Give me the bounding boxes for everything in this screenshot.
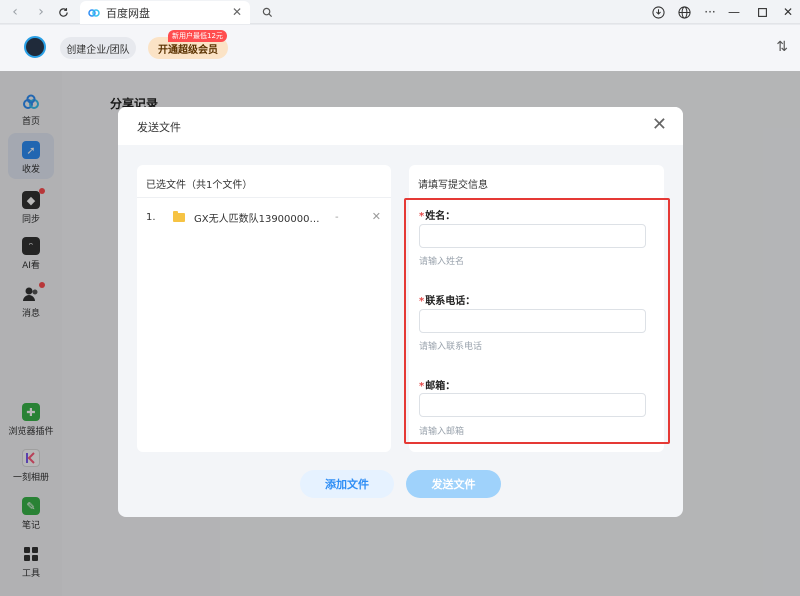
promo-badge: 新用户最低12元 — [168, 30, 227, 42]
selected-files-panel: 已选文件（共1个文件） 1. GX无人匹数队1390000000... - ✕ — [137, 165, 391, 452]
close-icon[interactable]: ✕ — [652, 116, 667, 134]
add-file-button[interactable]: 添加文件 — [300, 470, 394, 498]
remove-file-icon[interactable]: ✕ — [372, 210, 381, 223]
selected-files-header: 已选文件（共1个文件） — [146, 180, 253, 191]
divider — [137, 197, 391, 198]
file-name: GX无人匹数队1390000000... — [194, 213, 322, 225]
name-hint: 请输入姓名 — [419, 257, 465, 267]
submit-info-header: 请填写提交信息 — [418, 180, 488, 191]
tab-title: 百度网盘 — [106, 6, 150, 20]
phone-input[interactable] — [419, 309, 646, 333]
minimize-icon[interactable]: — — [722, 0, 746, 24]
phone-hint: 请输入联系电话 — [419, 342, 483, 352]
browser-titlebar: ‹ › 百度网盘 ✕ ··· — ✕ — [0, 0, 800, 24]
sort-icon[interactable]: ⇅ — [776, 39, 788, 55]
dialog-header: 发送文件 ✕ — [118, 107, 683, 145]
send-file-button[interactable]: 发送文件 — [406, 470, 501, 498]
avatar[interactable] — [24, 36, 46, 58]
phone-label: *联系电话： — [419, 296, 476, 307]
baidu-pan-logo-icon — [88, 8, 100, 17]
window-close-icon[interactable]: ✕ — [776, 0, 800, 24]
back-icon[interactable]: ‹ — [4, 0, 26, 24]
create-team-button[interactable]: 创建企业/团队 — [60, 37, 136, 59]
globe-icon[interactable] — [672, 0, 696, 24]
folder-icon — [173, 210, 185, 222]
download-icon[interactable] — [646, 0, 670, 24]
email-input[interactable] — [419, 393, 646, 417]
file-size: - — [335, 211, 339, 223]
forward-icon[interactable]: › — [30, 0, 52, 24]
app-header: 创建企业/团队 开通超级会员 新用户最低12元 ⇅ — [0, 25, 800, 71]
list-item: 1. GX无人匹数队1390000000... - ✕ — [146, 209, 386, 225]
submit-info-panel: 请填写提交信息 *姓名： 请输入姓名 *联系电话： 请输入联系电话 *邮箱： 请… — [409, 165, 664, 452]
search-icon[interactable] — [256, 0, 278, 24]
email-label: *邮箱： — [419, 381, 456, 392]
browser-tab[interactable]: 百度网盘 ✕ — [80, 1, 250, 24]
name-label: *姓名： — [419, 211, 456, 222]
more-icon[interactable]: ··· — [698, 0, 722, 24]
dialog-title: 发送文件 — [137, 121, 181, 134]
name-input[interactable] — [419, 224, 646, 248]
send-file-dialog: 发送文件 ✕ 已选文件（共1个文件） 1. GX无人匹数队1390000000.… — [118, 107, 683, 517]
email-hint: 请输入邮箱 — [419, 427, 465, 437]
tab-close-icon[interactable]: ✕ — [232, 5, 242, 19]
file-index: 1. — [146, 211, 156, 223]
maximize-icon[interactable] — [750, 0, 774, 24]
refresh-icon[interactable] — [52, 0, 74, 24]
